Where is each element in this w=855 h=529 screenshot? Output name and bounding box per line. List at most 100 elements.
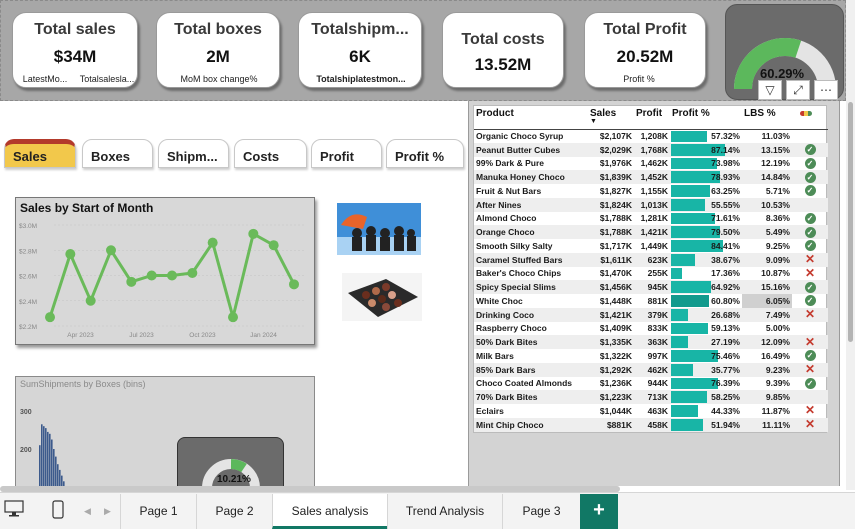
profit-pct-value: 27.19% [711,337,740,348]
histogram-bar[interactable] [43,426,45,488]
data-point[interactable] [167,270,177,281]
histogram-bar[interactable] [47,431,49,488]
histogram-bar[interactable] [39,445,41,488]
tab-sales[interactable]: Sales [4,139,76,168]
data-point[interactable] [126,276,137,287]
table-row[interactable]: After Nines $1,824K 1,013K 55.55% 10.53% [474,197,828,212]
cell-lbs-pct: 10.53% [742,197,792,212]
profit-pct-value: 78.93% [711,172,740,183]
product-table[interactable]: Product Sales ▼ Profit Profit % LBS % Org… [473,105,828,433]
table-row[interactable]: 70% Dark Bites $1,223K 713K 58.25% 9.85% [474,390,828,404]
more-options-icon[interactable]: ⋯ [814,80,838,100]
tab-costs[interactable]: Costs [234,139,307,168]
tab-profit-pct[interactable]: Profit % [386,139,464,168]
table-row[interactable]: Milk Bars $1,322K 997K 75.46% 16.49% ✓ [474,349,828,363]
data-point[interactable] [268,240,279,251]
next-page-icon[interactable]: ▶ [104,506,111,517]
histogram-bar[interactable] [55,456,57,488]
previous-page-icon[interactable]: ◀ [84,506,91,517]
filter-icon[interactable]: ▽ [758,80,782,100]
column-header-profit-pct[interactable]: Profit % [670,106,742,130]
cell-profit: 363K [634,335,670,349]
x-tick-label: Oct 2023 [189,332,216,339]
profit-pct-value: 79.50% [711,227,740,238]
page-tab-trend-analysis[interactable]: Trend Analysis [387,494,502,529]
kpi-card-total-profit[interactable]: Total Profit 20.52M Profit % [584,12,706,88]
table-row[interactable]: Caramel Stuffed Bars $1,611K 623K 38.67% 9.0… [474,252,828,267]
focus-mode-icon[interactable]: ⤢ [786,80,810,100]
data-point[interactable] [228,312,238,323]
histogram-bar[interactable] [41,424,43,488]
status-legend-icon [800,111,812,116]
page-tab-page-3[interactable]: Page 3 [502,494,580,529]
page-tab-sales-analysis[interactable]: Sales analysis [272,494,387,529]
kpi-subtitle: MoM box change% [180,74,258,84]
profit-pct-value: 55.55% [711,199,740,210]
vertical-scrollbar-thumb[interactable] [848,102,853,342]
table-row[interactable]: 85% Dark Bars $1,292K 462K 35.77% 9.23% ✕ [474,362,828,377]
profit-pct-bar [671,336,688,348]
desktop-layout-icon[interactable] [4,500,24,523]
data-point[interactable] [146,270,157,281]
team-photo-image [337,203,421,255]
table-row[interactable]: Drinking Coco $1,421K 379K 26.68% 7.49% ✕ [474,307,828,322]
kpi-card-total-boxes[interactable]: Total boxes 2M MoM box change% [156,12,280,88]
cell-product: Almond Choco [476,213,537,224]
table-row[interactable]: Orange Choco $1,788K 1,421K 79.50% 5.49% ✓ [474,225,828,239]
cell-lbs-pct: 9.39% [765,378,790,389]
x-tick-label: Jan 2024 [250,332,277,339]
table-row[interactable]: Organic Choco Syrup $2,107K 1,208K 57.32% 11… [474,129,828,143]
tab-profit[interactable]: Profit [311,139,382,168]
table-row[interactable]: Baker's Choco Chips $1,470K 255K 17.36% 10.8… [474,267,828,281]
table-row[interactable]: 50% Dark Bites $1,335K 363K 27.19% 12.09% ✕ [474,335,828,349]
table-row[interactable]: Eclairs $1,044K 463K 44.33% 11.87% ✕ [474,404,828,418]
page-tab-page-2[interactable]: Page 2 [196,494,272,529]
table-row[interactable]: Manuka Honey Choco $1,839K 1,452K 78.93% 14.… [474,170,828,184]
table-row[interactable]: Raspberry Choco $1,409K 833K 59.13% 5.00% [474,322,828,336]
table-row[interactable]: White Choc $1,448K 881K 60.80% 6.05% ✓ [474,294,828,308]
column-header-product[interactable]: Product [474,106,588,130]
data-point[interactable] [45,312,55,323]
tab-boxes[interactable]: Boxes [82,139,153,168]
data-point[interactable] [187,267,198,278]
table-row[interactable]: Mint Chip Choco $881K 458K 51.94% 11.11% ✕ [474,417,828,432]
table-row[interactable]: 99% Dark & Pure $1,976K 1,462K 73.98% 12.19%… [474,157,828,171]
column-header-lbs-pct[interactable]: LBS % [742,106,792,130]
tab-shipments[interactable]: Shipm... [158,139,229,168]
column-header-profit[interactable]: Profit [634,106,670,130]
table-row[interactable]: Fruit & Nut Bars $1,827K 1,155K 63.25% 5.71%… [474,184,828,198]
histogram-bar[interactable] [51,439,53,489]
data-point[interactable] [248,228,259,239]
kpi-card-total-sales[interactable]: Total sales $34M LatestMo... Totalsalesl… [12,12,138,88]
kpi-card-total-costs[interactable]: Total costs 13.52M [442,12,564,88]
sales-line-chart-card[interactable]: Sales by Start of Month $3.0M $2.8M $2.6M $… [15,197,315,345]
cell-sales: $1,292K [588,362,634,377]
check-circle-icon: ✓ [804,144,816,156]
table-row[interactable]: Peanut Butter Cubes $2,029K 1,768K 87.14% 13… [474,142,828,157]
column-header-status[interactable] [792,106,828,130]
page-tab-page-1[interactable]: Page 1 [120,494,196,529]
histogram-bar[interactable] [49,433,51,488]
data-point[interactable] [207,237,218,248]
cell-profit-pct: 59.13% [670,322,742,336]
data-point[interactable] [289,279,299,290]
histogram-bar[interactable] [45,428,47,488]
table-row[interactable]: Almond Choco $1,788K 1,281K 71.61% 8.36% ✓ [474,212,828,226]
table-row[interactable]: Smooth Silky Salty $1,717K 1,449K 84.41% 9.2… [474,239,828,253]
histogram-bar[interactable] [53,449,55,488]
profit-pct-value: 57.32% [711,131,740,142]
data-point[interactable] [106,245,116,256]
kpi-card-total-shipments[interactable]: Totalshipm... 6K Totalshiplatestmon... [298,12,422,88]
table-row[interactable]: Choco Coated Almonds $1,236K 944K 76.39% 9.3… [474,377,828,391]
add-page-button[interactable]: + [580,494,618,529]
column-header-sales[interactable]: Sales ▼ [588,106,634,130]
data-point[interactable] [85,295,96,306]
product-table-card[interactable]: Product Sales ▼ Profit Profit % LBS % Org… [468,101,840,486]
empty-status-icon [805,391,816,402]
cell-status: ✓ [792,170,828,184]
cell-status: ✕ [792,335,828,349]
histogram-bar[interactable] [57,464,59,488]
table-row[interactable]: Spicy Special Slims $1,456K 945K 64.92% 15.1… [474,280,828,294]
mobile-layout-icon[interactable] [52,500,64,525]
data-point[interactable] [65,249,76,260]
